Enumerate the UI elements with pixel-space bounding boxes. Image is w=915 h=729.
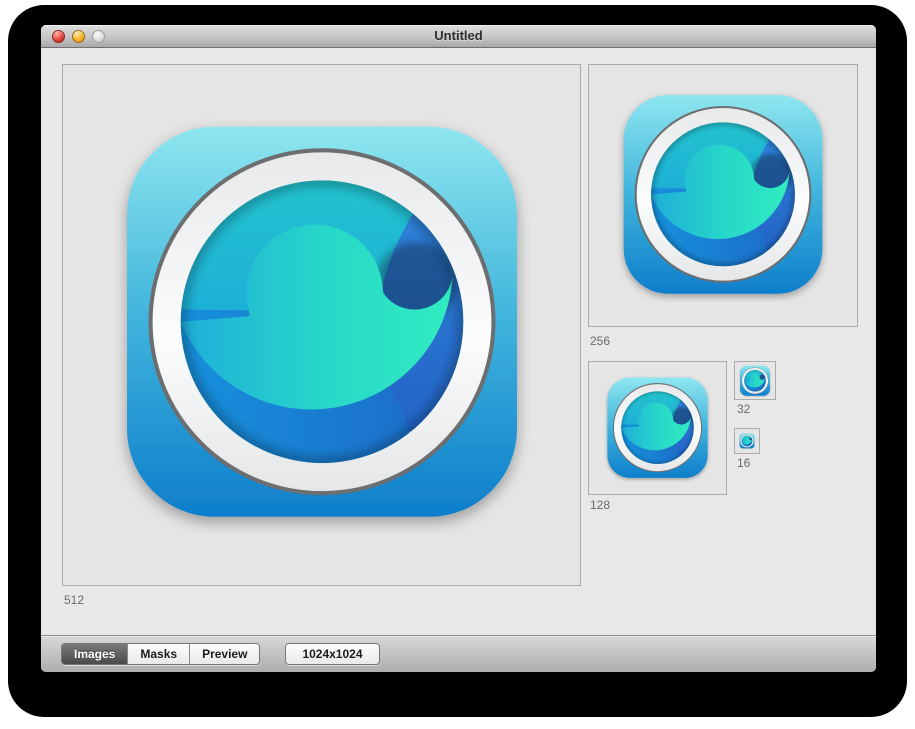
app-icon-16 — [739, 433, 755, 449]
app-icon-32 — [739, 365, 771, 397]
preview-box-256[interactable] — [588, 64, 858, 327]
preview-box-16[interactable] — [734, 428, 760, 454]
preview-box-32[interactable] — [734, 361, 776, 400]
segment-preview[interactable]: Preview — [189, 644, 259, 664]
app-icon-128 — [604, 375, 711, 482]
view-mode-segmented-control: Images Masks Preview — [61, 643, 260, 665]
app-icon-256 — [617, 90, 829, 302]
preview-box-512[interactable] — [62, 64, 581, 586]
segment-images[interactable]: Images — [62, 644, 127, 664]
preview-box-128[interactable] — [588, 361, 727, 495]
app-icon-512 — [114, 117, 530, 533]
content-area: 512 256 128 32 16 — [41, 48, 876, 634]
window-title: Untitled — [41, 25, 876, 47]
app-window: Untitled 512 256 128 32 — [41, 25, 876, 672]
preview-size-label-32: 32 — [737, 402, 750, 416]
title-bar[interactable]: Untitled — [41, 25, 876, 48]
bottom-toolbar: Images Masks Preview 1024x1024 — [41, 635, 876, 672]
segment-masks[interactable]: Masks — [127, 644, 189, 664]
preview-size-label-128: 128 — [590, 498, 610, 512]
preview-size-label-256: 256 — [590, 334, 610, 348]
size-1024-button[interactable]: 1024x1024 — [285, 643, 379, 665]
preview-size-label-16: 16 — [737, 456, 750, 470]
preview-size-label-512: 512 — [64, 593, 84, 607]
